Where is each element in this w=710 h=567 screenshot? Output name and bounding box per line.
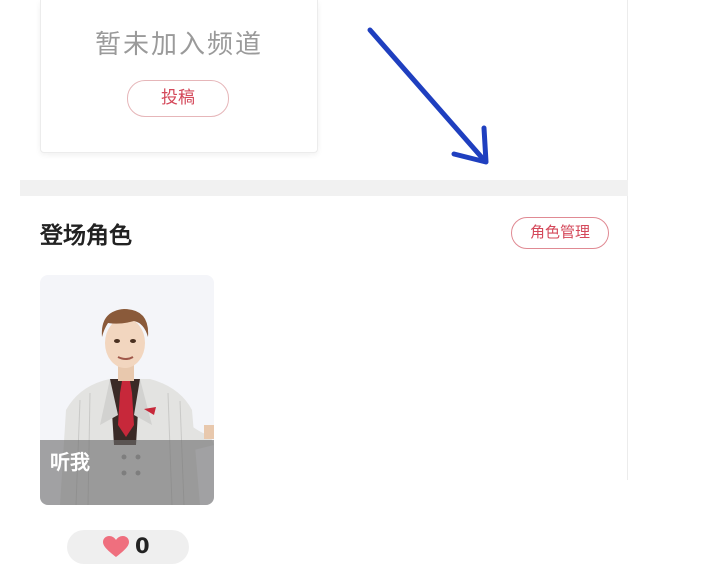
panel-edge <box>627 0 628 480</box>
channel-card: 暂未加入频道 投稿 <box>40 0 318 153</box>
like-button[interactable]: 0 <box>67 530 189 564</box>
character-name: 听我 <box>50 450 90 474</box>
channel-empty-text: 暂未加入频道 <box>94 30 263 60</box>
arrow-annotation <box>367 27 489 165</box>
section-title: 登场角色 <box>40 223 132 249</box>
submit-button[interactable]: 投稿 <box>127 80 229 117</box>
section-divider <box>20 180 628 196</box>
heart-icon <box>103 536 129 557</box>
like-count: 0 <box>135 534 150 558</box>
manage-characters-button[interactable]: 角色管理 <box>511 217 609 249</box>
character-card[interactable]: 听我 <box>40 275 214 505</box>
